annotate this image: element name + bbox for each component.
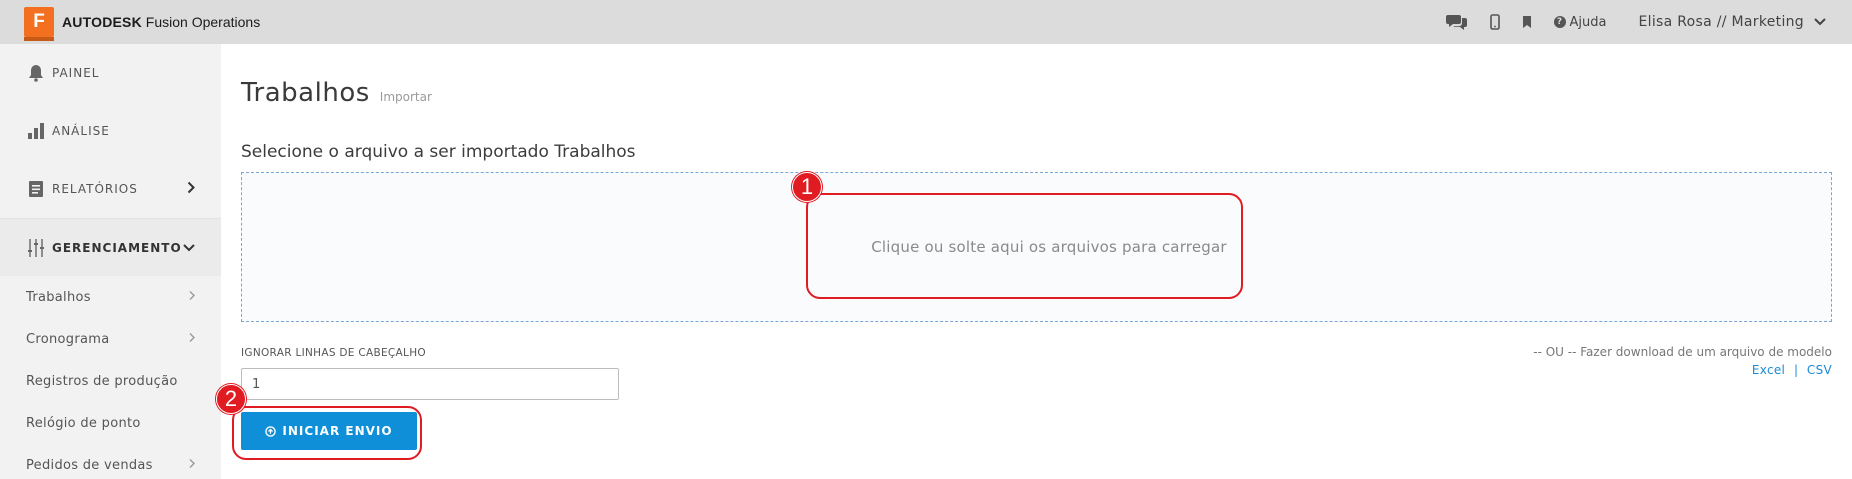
- chevron-down-icon: [183, 241, 195, 255]
- sidebar-item-label: GERENCIAMENTO: [52, 240, 182, 255]
- sidebar-item-label: RELATÓRIOS: [52, 182, 138, 196]
- template-download: -- OU -- Fazer download de um arquivo de…: [1533, 345, 1832, 377]
- csv-download-link[interactable]: CSV: [1807, 363, 1832, 377]
- chevron-right-icon: [189, 332, 195, 347]
- sidebar-subitem-registros[interactable]: Registros de produção: [0, 360, 221, 402]
- chevron-right-icon: [189, 290, 195, 305]
- main-content: Trabalhos Importar Selecione o arquivo a…: [221, 44, 1852, 479]
- sidebar-subitem-relogio[interactable]: Relógio de ponto: [0, 402, 221, 444]
- annotation-badge-2: 2: [216, 384, 246, 414]
- sidebar-subitem-label: Cronograma: [26, 331, 110, 347]
- app-logo[interactable]: F AUTODESK Fusion Operations: [24, 7, 260, 41]
- page-subtitle: Importar: [379, 90, 432, 104]
- annotation-badge-1: 1: [792, 172, 822, 202]
- file-dropzone[interactable]: Clique ou solte aqui os arquivos para ca…: [241, 172, 1832, 322]
- brand-name: AUTODESK: [62, 14, 142, 30]
- ignore-header-input[interactable]: [241, 368, 619, 400]
- question-icon: ?: [1553, 16, 1566, 28]
- top-bar: F AUTODESK Fusion Operations ? Ajuda Eli…: [0, 0, 1852, 44]
- user-name: Elisa Rosa // Marketing: [1638, 14, 1804, 30]
- bell-icon: [26, 64, 46, 82]
- page-title: Trabalhos Importar: [241, 78, 432, 108]
- sidebar-subitem-pedidos[interactable]: Pedidos de vendas: [0, 444, 221, 479]
- download-text: -- OU -- Fazer download de um arquivo de…: [1533, 345, 1832, 359]
- sidebar-item-relatorios[interactable]: RELATÓRIOS: [0, 160, 221, 218]
- sidebar-subitem-trabalhos[interactable]: Trabalhos: [0, 276, 221, 318]
- dropzone-text: Clique ou solte aqui os arquivos para ca…: [871, 238, 1227, 256]
- link-separator: |: [1794, 363, 1799, 377]
- sidebar-item-gerenciamento[interactable]: GERENCIAMENTO: [0, 218, 221, 276]
- sliders-icon: [26, 238, 46, 258]
- start-upload-label: INICIAR ENVIO: [282, 424, 393, 438]
- bookmark-icon[interactable]: [1522, 15, 1532, 29]
- sidebar-subitem-label: Relógio de ponto: [26, 415, 141, 431]
- sidebar-item-label: ANÁLISE: [52, 124, 110, 138]
- download-links: Excel | CSV: [1533, 363, 1832, 377]
- gerenciamento-submenu: Trabalhos Cronograma Registros de produç…: [0, 276, 221, 479]
- sidebar-item-analise[interactable]: ANÁLISE: [0, 102, 221, 160]
- logo-text: AUTODESK Fusion Operations: [62, 14, 260, 30]
- mobile-icon[interactable]: [1489, 14, 1500, 30]
- fusion-logo-icon: F: [24, 7, 54, 41]
- page-title-text: Trabalhos: [241, 78, 370, 108]
- sidebar-subitem-label: Pedidos de vendas: [26, 457, 153, 473]
- file-select-label: Selecione o arquivo a ser importado Trab…: [241, 142, 636, 162]
- sidebar: PAINEL ANÁLISE RELATÓRIOS GERENCIAMENTO …: [0, 44, 221, 479]
- product-name: Fusion Operations: [145, 14, 261, 30]
- sidebar-subitem-cronograma[interactable]: Cronograma: [0, 318, 221, 360]
- help-link[interactable]: ? Ajuda: [1553, 14, 1607, 30]
- top-bar-actions: ? Ajuda Elisa Rosa // Marketing: [1424, 13, 1826, 31]
- sidebar-item-painel[interactable]: PAINEL: [0, 44, 221, 102]
- report-icon: [26, 180, 46, 198]
- excel-download-link[interactable]: Excel: [1752, 363, 1785, 377]
- sidebar-subitem-label: Trabalhos: [26, 289, 91, 305]
- bar-chart-icon: [26, 122, 46, 140]
- help-label: Ajuda: [1569, 14, 1607, 30]
- start-upload-button[interactable]: INICIAR ENVIO: [241, 412, 417, 450]
- chevron-down-icon: [1814, 14, 1826, 30]
- sidebar-item-label: PAINEL: [52, 66, 100, 80]
- user-menu[interactable]: Elisa Rosa // Marketing: [1639, 14, 1827, 30]
- chevron-right-icon: [189, 458, 195, 473]
- chat-icon[interactable]: [1445, 13, 1468, 31]
- sidebar-subitem-label: Registros de produção: [26, 373, 178, 389]
- upload-circle-icon: [265, 425, 277, 437]
- chevron-right-icon: [187, 181, 195, 197]
- ignore-header-label: IGNORAR LINHAS DE CABEÇALHO: [241, 347, 426, 359]
